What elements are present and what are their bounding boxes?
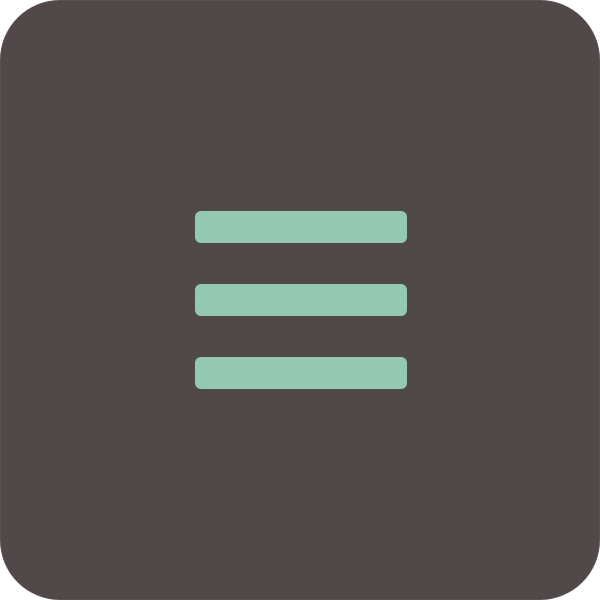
app-tile[interactable] — [0, 0, 600, 600]
hamburger-menu-icon[interactable] — [195, 211, 407, 389]
menu-bar-bottom — [195, 357, 407, 389]
menu-bar-top — [195, 211, 407, 243]
menu-bar-middle — [195, 284, 407, 316]
